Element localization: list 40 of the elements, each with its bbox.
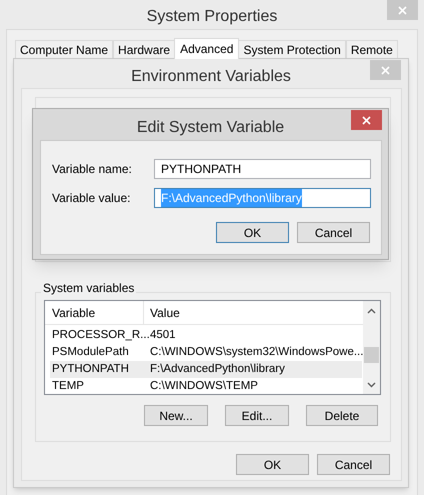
column-header[interactable]: Variable xyxy=(45,301,144,324)
table-cell-text: TEMP xyxy=(51,378,85,394)
button[interactable]: Delete xyxy=(306,405,378,426)
tab[interactable]: Remote xyxy=(346,40,398,59)
tab[interactable]: Advanced xyxy=(174,38,240,59)
scrollbar[interactable] xyxy=(363,301,380,394)
input-field[interactable]: PYTHONPATH xyxy=(154,159,371,179)
dialog-title: Edit System Variable xyxy=(136,118,284,138)
field-label: Variable value: xyxy=(51,190,132,207)
window-title: System Properties xyxy=(146,7,278,27)
scroll-down-icon[interactable] xyxy=(367,382,376,388)
scroll-up-icon[interactable] xyxy=(367,308,376,314)
list-row[interactable]: PROCESSOR_R...4501 xyxy=(50,327,362,344)
close-icon xyxy=(381,66,390,74)
column-header[interactable]: Value xyxy=(144,301,364,324)
tab[interactable]: Hardware xyxy=(113,40,176,59)
table-cell-text: F:\AdvancedPython\library xyxy=(150,362,285,377)
close-icon xyxy=(398,6,407,14)
window-title: Environment Variables xyxy=(131,67,291,87)
button[interactable]: OK xyxy=(236,454,309,475)
tab[interactable]: Computer Name xyxy=(15,40,114,59)
close-icon xyxy=(362,116,371,124)
list-row[interactable]: PSModulePath C:\WINDOWS\system32\WindowsPowe... xyxy=(50,344,362,361)
table-cell-text: C:\WINDOWS\system32\WindowsPowe... xyxy=(150,344,364,360)
field-label: Variable name: xyxy=(51,161,133,178)
table-cell-text: C:\WINDOWS\TEMP xyxy=(150,378,258,394)
close-button[interactable] xyxy=(351,110,382,130)
tab[interactable]: System Protection xyxy=(238,40,346,59)
button[interactable]: OK xyxy=(216,222,289,243)
button[interactable]: Cancel xyxy=(317,454,390,475)
button[interactable]: New... xyxy=(144,405,208,426)
list-row[interactable]: TEMP C:\WINDOWS\TEMP xyxy=(50,378,362,394)
table-cell-text: 4501 xyxy=(150,328,176,343)
table-cell-text: PROCESSOR_R... xyxy=(51,328,150,343)
button[interactable]: Cancel xyxy=(297,222,370,243)
scroll-thumb[interactable] xyxy=(364,347,379,363)
button[interactable]: Edit... xyxy=(225,405,289,426)
table-cell-text: PSModulePath xyxy=(51,344,130,360)
list-row[interactable]: PYTHONPATH F:\AdvancedPython\library xyxy=(50,361,362,378)
table-cell-text: PYTHONPATH xyxy=(51,362,130,377)
